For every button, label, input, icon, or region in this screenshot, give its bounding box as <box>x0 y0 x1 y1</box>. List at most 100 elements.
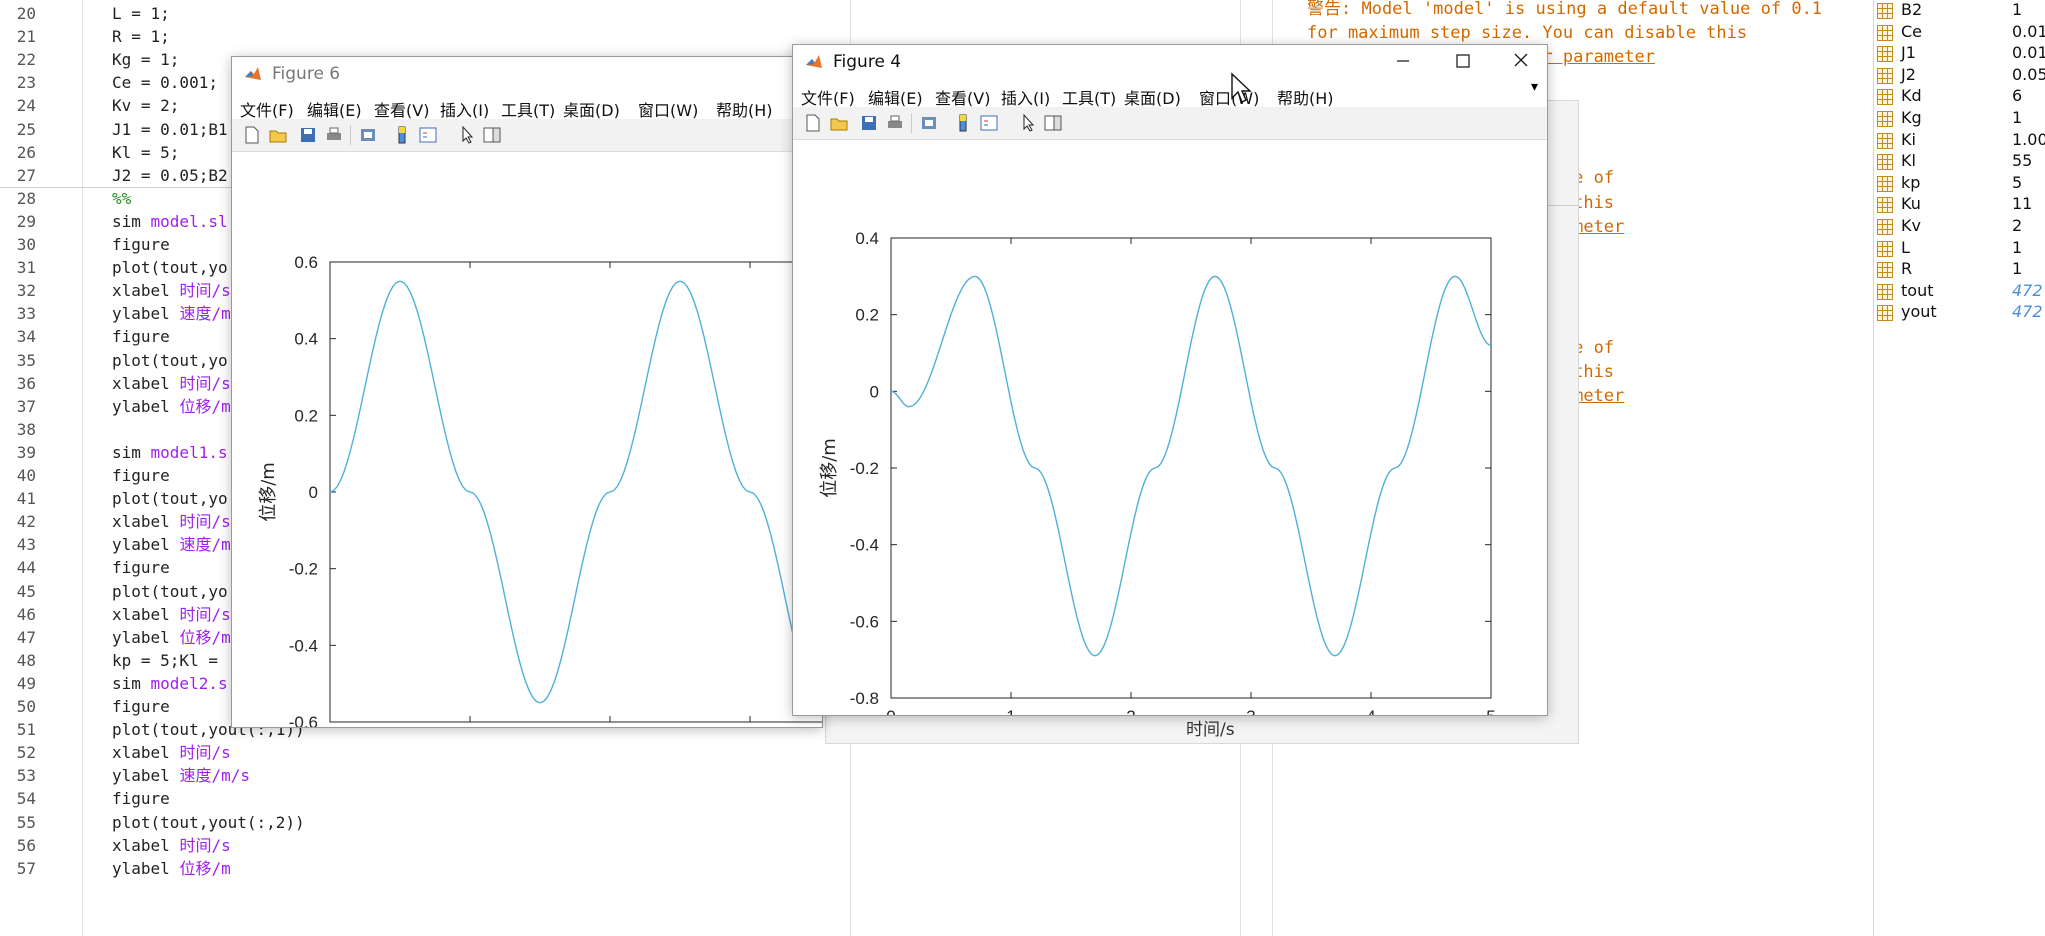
workspace-var-Kl[interactable]: Kl 55 <box>1874 150 2045 172</box>
save-icon[interactable] <box>859 113 879 133</box>
open-file-icon[interactable] <box>829 113 849 133</box>
menu-item[interactable]: 编辑(E) <box>868 85 923 109</box>
legend-icon[interactable] <box>418 125 438 145</box>
workspace-var-B2[interactable]: B2 1 <box>1874 0 2045 21</box>
figure-window-4[interactable]: Figure 4 ▾ 文件(F) 编辑(E) 查看(V) 插入(I) 工具(T) 桌面(D… <box>792 44 1548 757</box>
code-text: figure <box>112 325 170 348</box>
print-icon[interactable] <box>885 113 905 133</box>
var-value: 472 <box>2012 302 2043 322</box>
y-tick-label: 0 <box>309 483 318 502</box>
menu-item[interactable]: 帮助(H) <box>1277 85 1334 109</box>
code-token: xlabel <box>112 835 180 855</box>
menu-item[interactable]: 查看(V) <box>374 97 429 121</box>
chevron-down-icon[interactable]: ▾ <box>1531 79 1538 95</box>
var-name: kp <box>1901 172 1921 192</box>
var-name: Kv <box>1901 216 1921 235</box>
workspace-var-Kd[interactable]: Kd 6 <box>1874 85 2045 107</box>
code-line[interactable]: 56 xlabel 时间/s <box>0 834 850 857</box>
menu-item[interactable]: 查看(V) <box>935 85 990 109</box>
line-number: 39 <box>16 442 36 462</box>
cursor-icon[interactable] <box>458 125 478 145</box>
code-token: model.sl <box>150 211 228 231</box>
line-number: 52 <box>16 743 36 763</box>
code-token: xlabel <box>112 743 180 763</box>
menu-item[interactable]: 窗口(W) <box>638 97 698 121</box>
workspace-var-Ki[interactable]: Ki 1.00 <box>1874 129 2045 151</box>
colorbar-icon[interactable] <box>953 113 973 133</box>
new-file-icon[interactable] <box>803 113 823 133</box>
menu-item[interactable]: 帮助(H) <box>716 97 773 121</box>
code-text: figure <box>112 233 170 256</box>
property-editor-icon[interactable] <box>482 125 502 145</box>
menu-item[interactable]: 桌面(D) <box>1124 85 1181 109</box>
menu-item[interactable]: 编辑(E) <box>307 97 362 121</box>
workspace-var-Kv[interactable]: Kv 2 <box>1874 215 2045 237</box>
workspace-var-R[interactable]: R1 <box>1874 258 2045 280</box>
code-token: figure <box>112 466 170 485</box>
menu-item[interactable]: 插入(I) <box>440 97 489 121</box>
y-tick-label: 0 <box>870 382 879 401</box>
maximize-button[interactable] <box>1443 47 1483 77</box>
workspace-var-yout[interactable]: yout 472 <box>1874 301 2045 323</box>
code-line[interactable]: 20 L = 1; <box>0 2 850 25</box>
x-axis-label: 时间/s <box>1186 720 1235 740</box>
print-preview-icon[interactable] <box>358 125 378 145</box>
y-tick-label: -0.2 <box>289 560 318 579</box>
variable-table-icon <box>1877 305 1893 322</box>
print-preview-icon[interactable] <box>919 113 939 133</box>
line-number: 41 <box>16 489 36 509</box>
workspace-panel[interactable]: B2 1 Ce 0.01 J1 0.01 J2 0.05 Kd 6 Kg 1 Ki 1.00 Kl 55 kp 5… <box>1873 0 2045 936</box>
title-bar[interactable]: Figure 6 <box>232 57 822 91</box>
figure-window-6[interactable]: Figure 6 文件(F) 编辑(E) 查看(V) 插入(I) 工具(T) 桌面(D) 窗… <box>231 56 895 781</box>
property-editor-icon[interactable] <box>1043 113 1063 133</box>
code-line[interactable]: 53 ylabel 速度/m/s <box>0 764 850 787</box>
code-token: 时间/s <box>179 604 231 624</box>
workspace-var-Ce[interactable]: Ce 0.01 <box>1874 21 2045 43</box>
y-tick-label: -0.2 <box>850 459 879 478</box>
legend-icon[interactable] <box>979 113 999 133</box>
workspace-var-Kg[interactable]: Kg 1 <box>1874 107 2045 129</box>
open-file-icon[interactable] <box>268 125 288 145</box>
code-token: plot(tout,yout(:,2)) <box>112 812 305 832</box>
workspace-var-Ku[interactable]: Ku 11 <box>1874 193 2045 215</box>
line-number: 35 <box>16 350 36 370</box>
menu-item[interactable]: 插入(I) <box>1001 85 1050 109</box>
code-line[interactable]: 57 ylabel 位移/m <box>0 857 850 880</box>
colorbar-icon[interactable] <box>392 125 412 145</box>
line-number: 49 <box>16 673 36 693</box>
code-token: L = 1; <box>112 4 170 23</box>
new-file-icon[interactable] <box>242 125 262 145</box>
code-token: xlabel <box>112 373 180 393</box>
workspace-var-tout[interactable]: tout 472 <box>1874 280 2045 302</box>
code-line[interactable]: 55 plot(tout,yout(:,2)) <box>0 811 850 834</box>
code-line[interactable]: 21 R = 1; <box>0 25 850 48</box>
code-text: figure <box>112 787 170 810</box>
line-number: 47 <box>16 627 36 647</box>
line-chart[interactable]: 0 1 2 3 4 5 -0.8 -0.6 -0.4 -0.2 0 0.2 0.4 时间/s 位移/m <box>793 140 1547 757</box>
line-number: 57 <box>16 858 36 878</box>
title-bar[interactable]: Figure 4 <box>793 45 1547 79</box>
print-icon[interactable] <box>324 125 344 145</box>
menu-item[interactable]: 文件(F) <box>240 97 294 121</box>
menu-item[interactable]: 工具(T) <box>501 97 555 121</box>
workspace-var-J1[interactable]: J1 0.01 <box>1874 42 2045 64</box>
code-token: plot(tout,yo <box>112 258 228 278</box>
cursor-icon[interactable] <box>1019 113 1039 133</box>
menu-item[interactable]: 文件(F) <box>801 85 855 109</box>
code-token: model2.s <box>150 673 228 693</box>
window-title: Figure 6 <box>272 64 341 84</box>
workspace-var-kp[interactable]: kp 5 <box>1874 172 2045 194</box>
close-button[interactable] <box>1501 47 1541 77</box>
line-number: 55 <box>16 812 36 832</box>
menu-item[interactable]: 工具(T) <box>1062 85 1116 109</box>
code-line[interactable]: 52 xlabel 时间/s <box>0 741 850 764</box>
workspace-var-L[interactable]: L1 <box>1874 237 2045 259</box>
y-tick-label: -0.6 <box>850 612 879 631</box>
var-name: B2 <box>1901 0 1923 19</box>
line-chart[interactable]: 01234-0.6-0.4-0.200.20.40.6时间/s位移/m <box>232 152 895 781</box>
code-line[interactable]: 54 figure <box>0 787 850 810</box>
workspace-var-J2[interactable]: J2 0.05 <box>1874 64 2045 86</box>
menu-item[interactable]: 桌面(D) <box>563 97 620 121</box>
save-icon[interactable] <box>298 125 318 145</box>
minimize-button[interactable] <box>1383 47 1423 77</box>
